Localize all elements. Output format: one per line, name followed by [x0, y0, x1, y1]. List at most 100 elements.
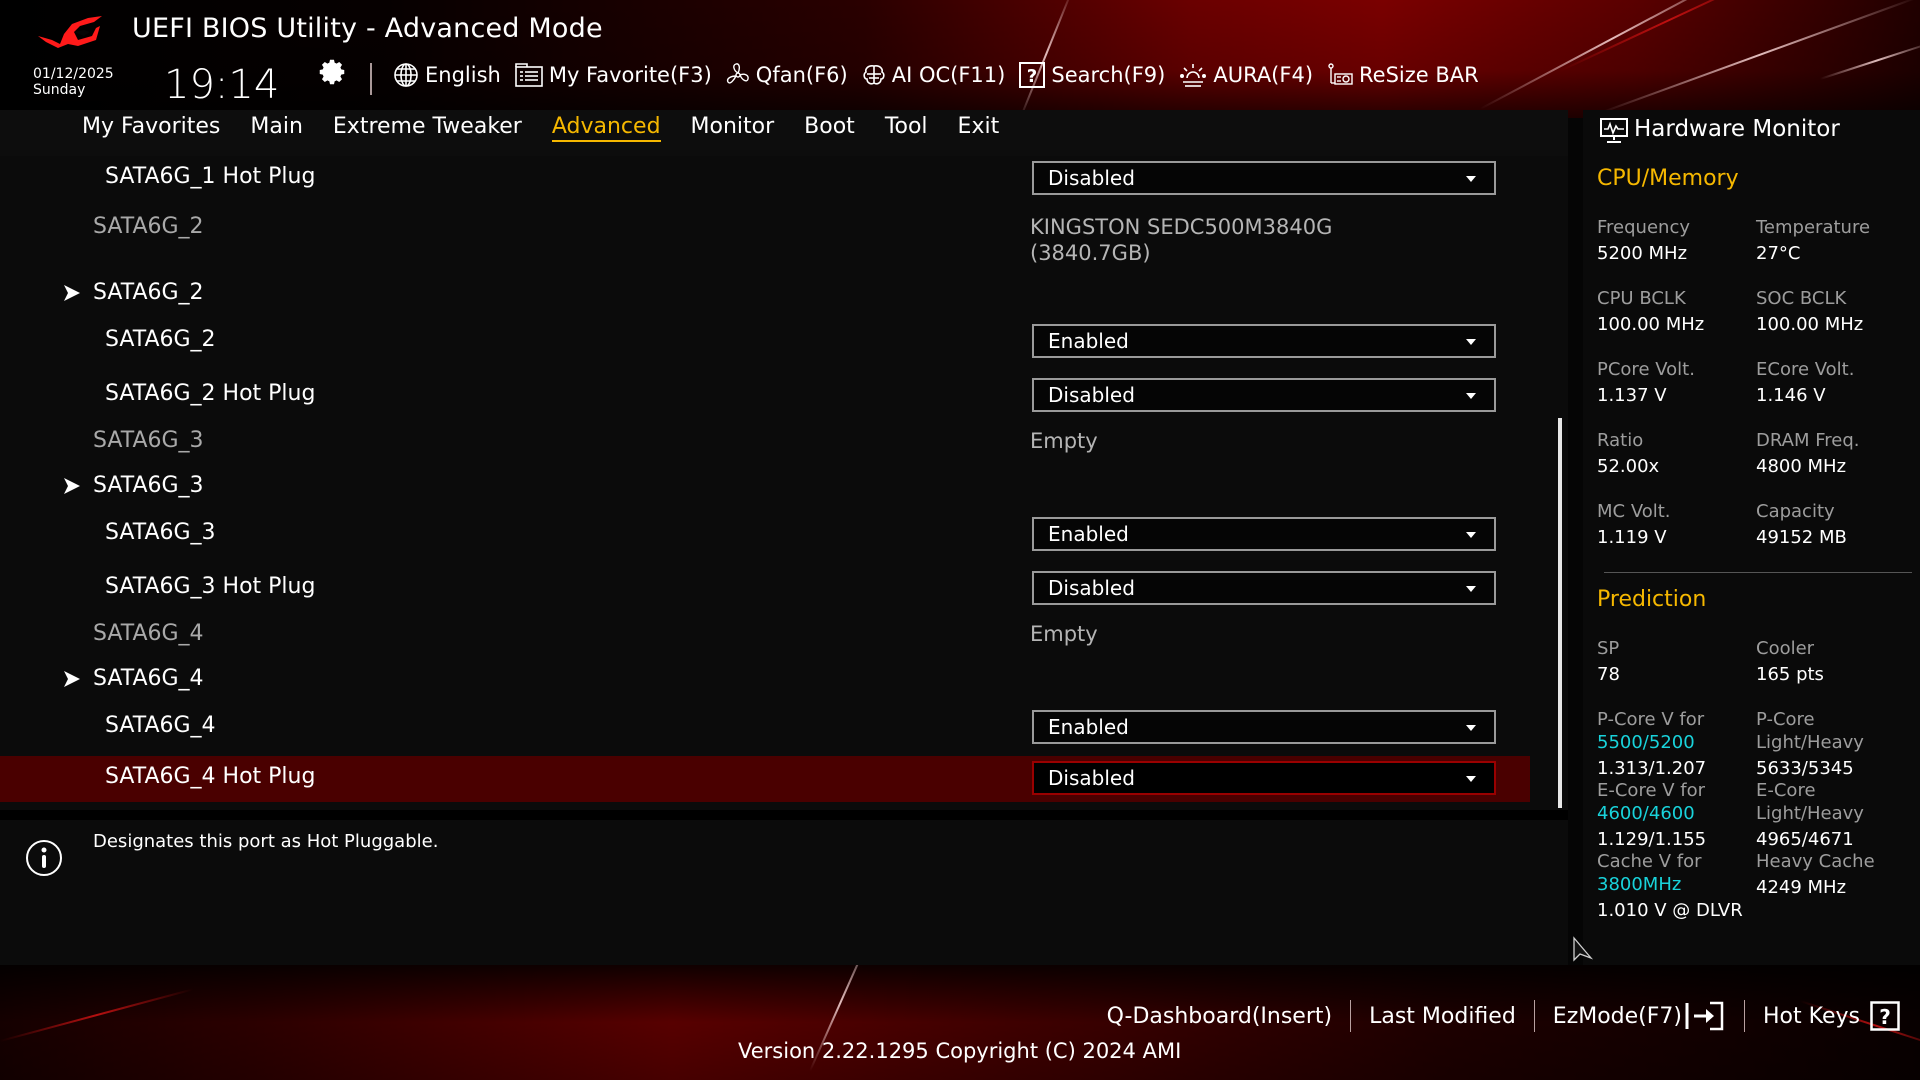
tab-extreme-tweaker[interactable]: Extreme Tweaker	[333, 114, 522, 142]
setting-row[interactable]: SATA6G_2 Enabled	[0, 319, 1530, 365]
hw-value-heavy-cache: 4249 MHz	[1756, 877, 1847, 898]
select-value: Disabled	[1048, 766, 1135, 790]
select-value: Enabled	[1048, 329, 1129, 353]
aura-label: AURA(F4)	[1213, 63, 1314, 87]
setting-row-selected[interactable]: SATA6G_4 Hot Plug Disabled	[0, 756, 1530, 802]
tab-tool[interactable]: Tool	[885, 114, 928, 142]
hw-value-sp: 78	[1597, 664, 1620, 685]
my-favorite-button[interactable]: My Favorite(F3)	[515, 63, 712, 87]
hw-value-cooler: 165 pts	[1756, 664, 1824, 685]
aura-button[interactable]: AURA(F4)	[1179, 62, 1313, 88]
tab-monitor[interactable]: Monitor	[691, 114, 775, 142]
submenu-arrow-icon	[64, 671, 80, 687]
sata6g-4-hot-plug-select[interactable]: Disabled	[1032, 761, 1496, 795]
dropdown-caret-icon	[1466, 725, 1476, 731]
submenu-label: SATA6G_3	[93, 473, 204, 498]
tab-main[interactable]: Main	[250, 114, 303, 142]
setting-label: SATA6G_4 Hot Plug	[105, 764, 316, 789]
dropdown-caret-icon	[1466, 586, 1476, 592]
footer-divider	[1350, 1000, 1352, 1032]
qfan-label: Qfan(F6)	[755, 63, 848, 87]
tab-advanced[interactable]: Advanced	[551, 114, 661, 142]
language-button[interactable]: English	[393, 62, 501, 88]
footer-divider	[1533, 1000, 1535, 1032]
gear-icon[interactable]	[318, 58, 346, 86]
hw-value-frequency: 5200 MHz	[1597, 243, 1688, 264]
sata6g-2-select[interactable]: Enabled	[1032, 324, 1496, 358]
hw-label-sp: SP	[1597, 638, 1620, 659]
search-button[interactable]: ? Search(F9)	[1019, 62, 1165, 88]
tab-exit[interactable]: Exit	[958, 114, 1000, 142]
port-status-text: Empty	[1030, 429, 1098, 453]
submenu-row[interactable]: SATA6G_4	[0, 658, 1530, 704]
scrollbar-thumb[interactable]	[1558, 418, 1562, 808]
info-row: SATA6G_4 Empty	[0, 613, 1530, 659]
hw-value-ecore-lh: 4965/4671	[1756, 829, 1854, 850]
sata6g-2-hot-plug-select[interactable]: Disabled	[1032, 378, 1496, 412]
my-favorite-label: My Favorite(F3)	[548, 63, 712, 87]
hot-keys-label: Hot Keys	[1763, 1003, 1860, 1029]
tab-boot[interactable]: Boot	[804, 114, 855, 142]
setting-label: SATA6G_4	[105, 713, 216, 738]
monitor-chart-icon	[1600, 118, 1628, 143]
setting-row[interactable]: SATA6G_3 Enabled	[0, 512, 1530, 558]
hw-label-ecore-volt: ECore Volt.	[1756, 359, 1855, 380]
info-label: SATA6G_4	[93, 621, 204, 646]
select-value: Disabled	[1048, 576, 1135, 600]
hw-label-ecore-lh-1: E-Core	[1756, 780, 1816, 801]
ai-oc-button[interactable]: AI OC(F11)	[862, 63, 1006, 87]
submenu-row[interactable]: SATA6G_2	[0, 272, 1530, 318]
hw-label-frequency: Frequency	[1597, 217, 1690, 238]
submenu-label: SATA6G_4	[93, 666, 204, 691]
submenu-row[interactable]: SATA6G_3	[0, 465, 1530, 511]
tab-my-favorites[interactable]: My Favorites	[82, 114, 220, 142]
sata6g-1-hot-plug-select[interactable]: Disabled	[1032, 161, 1496, 195]
hw-label-dram-freq: DRAM Freq.	[1756, 430, 1860, 451]
prediction-heading: Prediction	[1597, 587, 1707, 612]
sata6g-3-hot-plug-select[interactable]: Disabled	[1032, 571, 1496, 605]
setting-row[interactable]: SATA6G_3 Hot Plug Disabled	[0, 566, 1530, 612]
resize-bar-button[interactable]: ReSize BAR	[1327, 63, 1479, 87]
dropdown-caret-icon	[1466, 532, 1476, 538]
setting-row[interactable]: SATA6G_2 Hot Plug Disabled	[0, 373, 1530, 419]
ezmode-label: EzMode(F7)	[1552, 1003, 1683, 1029]
ai-brain-icon	[863, 65, 885, 85]
mouse-cursor-icon	[1573, 936, 1594, 962]
hot-keys-button[interactable]: Hot Keys ?	[1763, 1001, 1900, 1031]
info-label: SATA6G_3	[93, 428, 204, 453]
setting-row[interactable]: SATA6G_1 Hot Plug Disabled	[0, 156, 1530, 202]
resize-bar-label: ReSize BAR	[1359, 63, 1479, 87]
hw-label-pcore-volt: PCore Volt.	[1597, 359, 1695, 380]
hw-label-pcore-lh-1: P-Core	[1756, 709, 1815, 730]
submenu-arrow-icon	[64, 285, 80, 301]
select-value: Disabled	[1048, 166, 1135, 190]
hw-freq-pcore-v: 5500/5200	[1597, 732, 1695, 753]
last-modified-button[interactable]: Last Modified	[1369, 1004, 1516, 1029]
language-label: English	[425, 63, 501, 87]
setting-row[interactable]: SATA6G_4 Enabled	[0, 705, 1530, 751]
aura-light-icon	[1180, 64, 1207, 87]
sata6g-3-select[interactable]: Enabled	[1032, 517, 1496, 551]
hw-value-dram-freq: 4800 MHz	[1756, 456, 1847, 477]
hw-label-soc-bclk: SOC BCLK	[1756, 288, 1847, 309]
sata6g-4-select[interactable]: Enabled	[1032, 710, 1496, 744]
q-dashboard-button[interactable]: Q-Dashboard(Insert)	[1107, 1004, 1333, 1029]
hw-label-ratio: Ratio	[1597, 430, 1644, 451]
port-status: Empty	[1030, 428, 1098, 454]
hw-label-mc-volt: MC Volt.	[1597, 501, 1671, 522]
rog-logo-icon	[38, 16, 102, 48]
ezmode-button[interactable]: EzMode(F7)	[1553, 1001, 1726, 1031]
panel-divider	[0, 810, 1568, 820]
drive-model: KINGSTON SEDC500M3840G	[1030, 215, 1333, 239]
toolbar: English My Favorite(F3) Qfan(F6) AI OC(F…	[393, 62, 1493, 88]
submenu-label: SATA6G_2	[93, 280, 204, 305]
ai-oc-label: AI OC(F11)	[891, 63, 1006, 87]
favorites-list-icon	[515, 63, 543, 87]
port-status: Empty	[1030, 621, 1098, 647]
hw-value-ecore-v: 1.129/1.155	[1597, 829, 1707, 850]
hw-value-mc-volt: 1.119 V	[1597, 527, 1667, 548]
qfan-button[interactable]: Qfan(F6)	[726, 63, 848, 87]
clock: 19:14	[164, 62, 280, 108]
header-divider	[370, 63, 372, 95]
help-text: Designates this port as Hot Pluggable.	[93, 831, 439, 852]
